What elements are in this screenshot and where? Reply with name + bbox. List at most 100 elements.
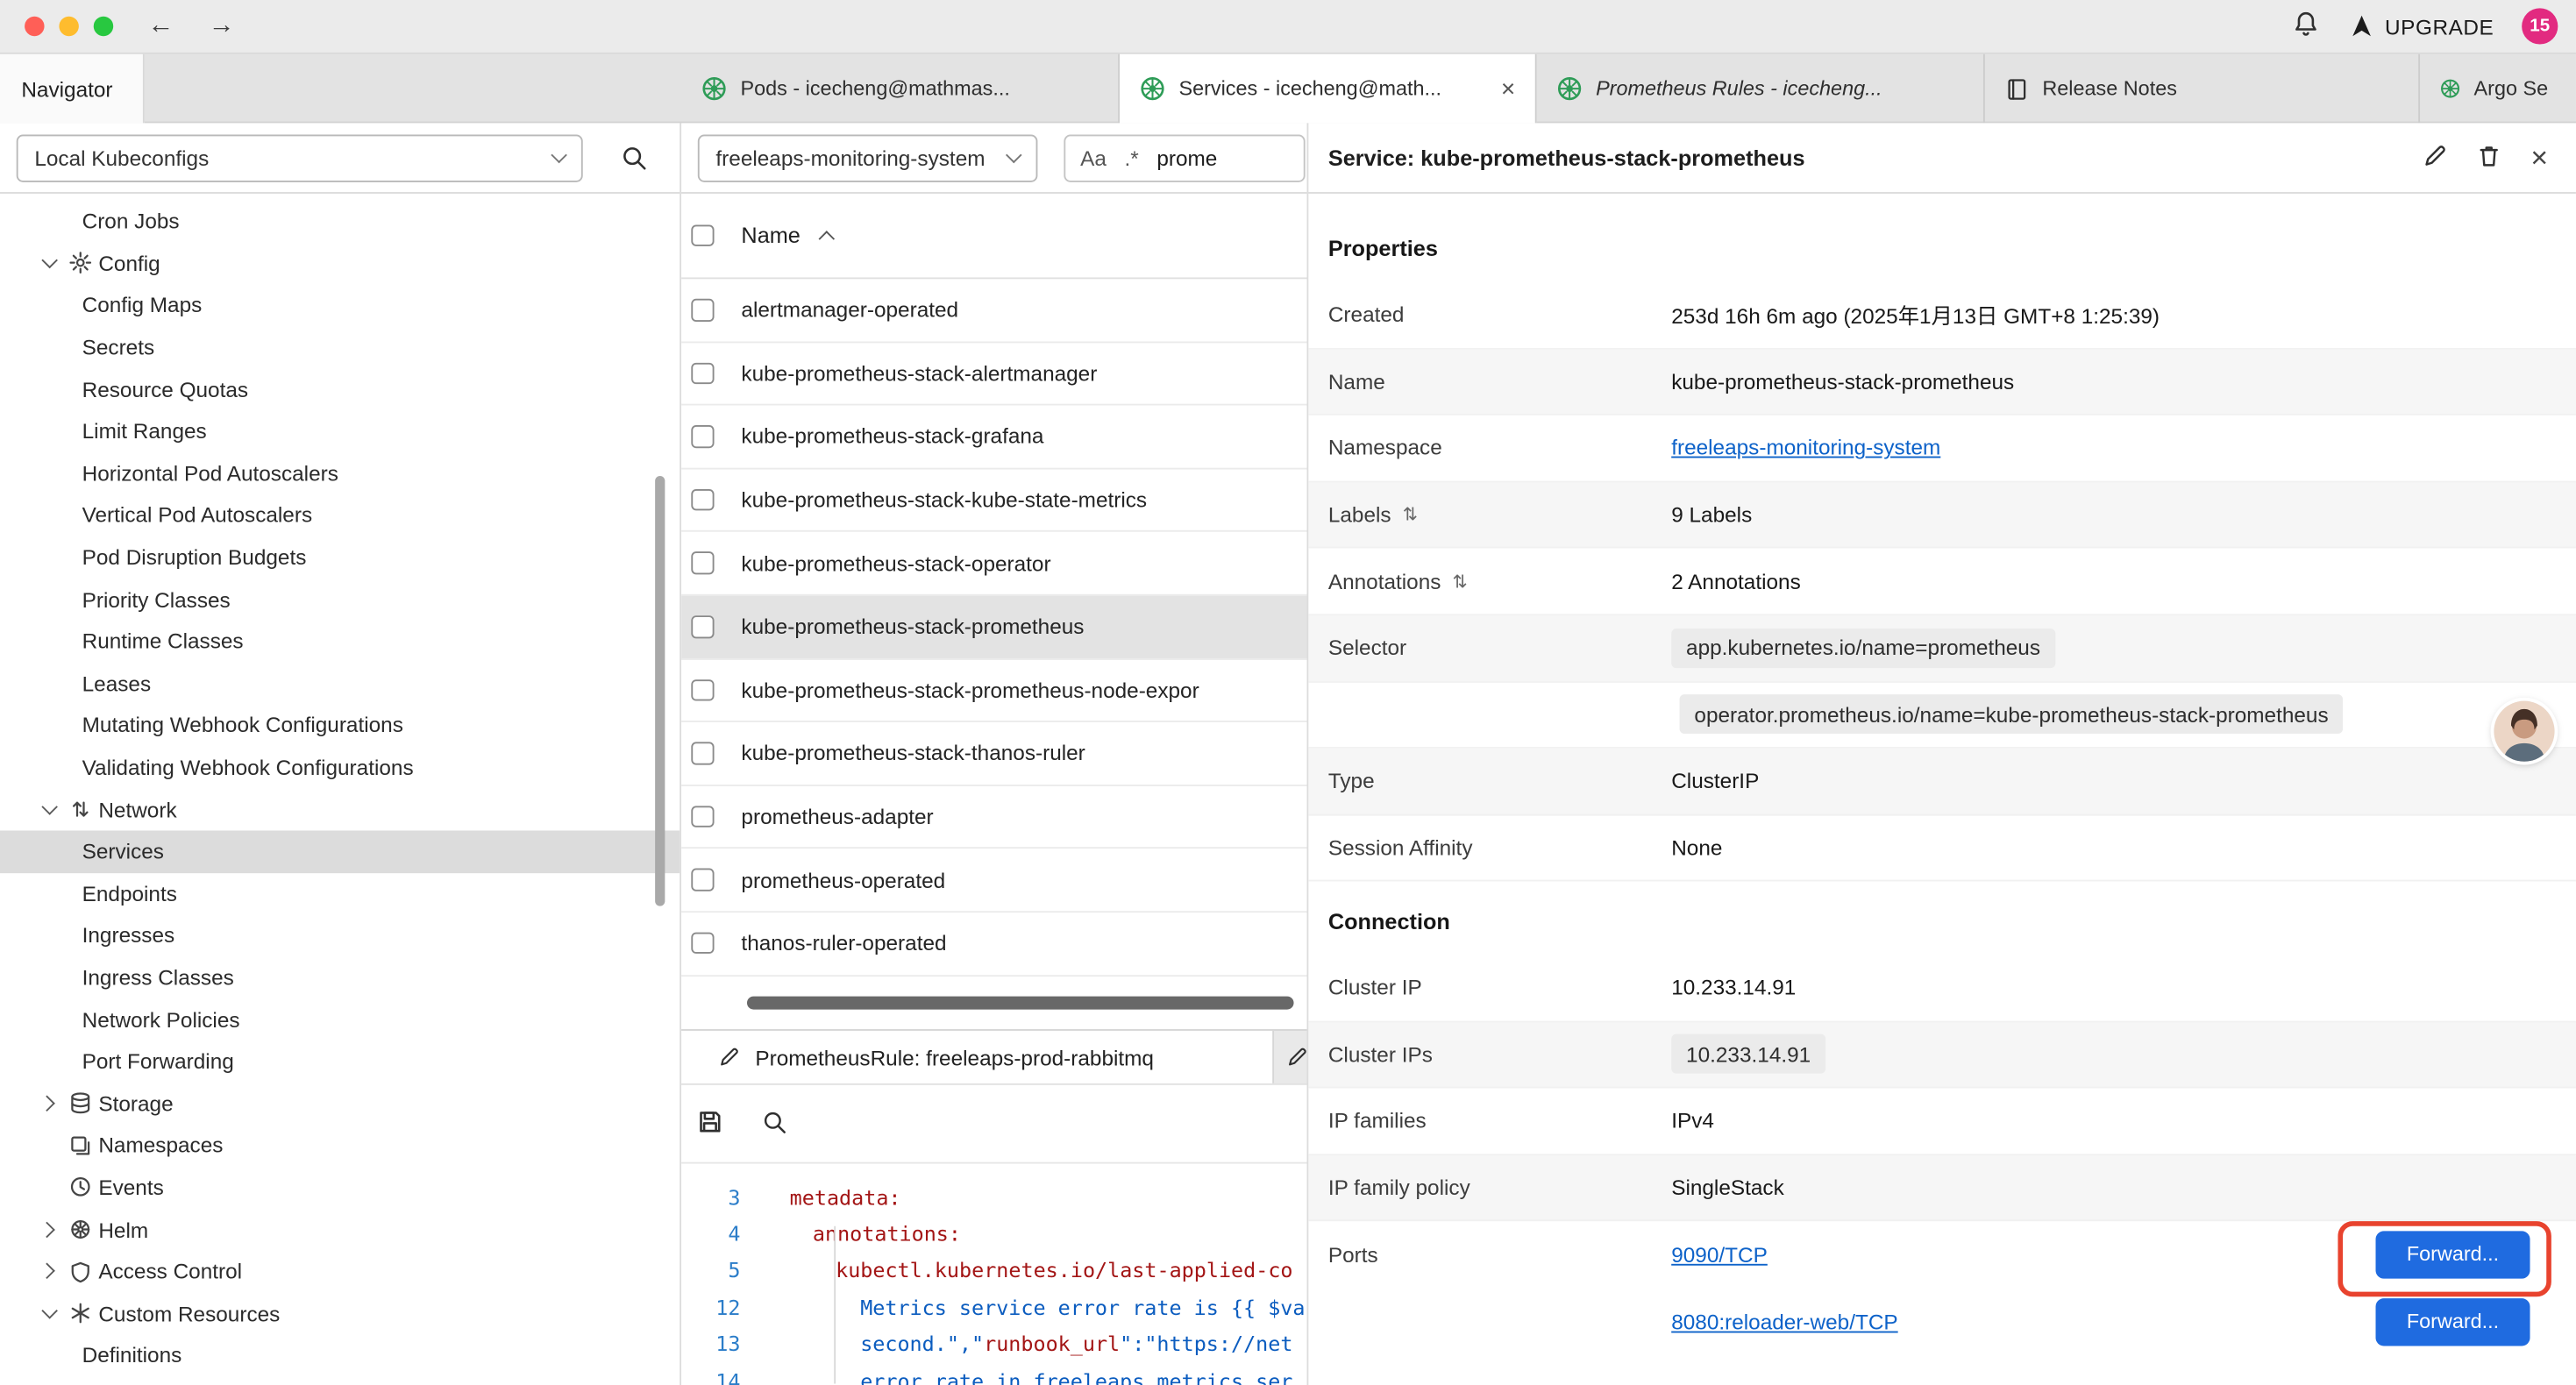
row-checkbox[interactable] <box>691 933 713 955</box>
sidebar-item-services[interactable]: Services <box>0 830 680 872</box>
row-checkbox[interactable] <box>691 615 713 637</box>
port-link[interactable]: 8080:reloader-web/TCP <box>1671 1310 1897 1334</box>
port-link[interactable]: 9090/TCP <box>1671 1243 1768 1268</box>
service-row[interactable]: kube-prometheus-stack-operator <box>681 532 1306 595</box>
tab-pods[interactable]: Pods - icecheng@mathmas... <box>681 54 1120 124</box>
row-checkbox[interactable] <box>691 362 713 384</box>
notification-badge[interactable]: 15 <box>2522 8 2558 44</box>
sidebar-item-resource-quotas[interactable]: Resource Quotas <box>0 368 680 410</box>
avatar[interactable] <box>2494 701 2554 762</box>
tab-close-icon[interactable]: × <box>1488 75 1515 103</box>
close-icon[interactable]: × <box>2530 143 2548 173</box>
service-row[interactable]: kube-prometheus-stack-grafana <box>681 406 1306 469</box>
namespace-select[interactable]: freeleaps-monitoring-system <box>698 134 1038 181</box>
service-row[interactable]: prometheus-operated <box>681 849 1306 913</box>
column-header-name[interactable]: Name <box>741 224 800 248</box>
service-row[interactable]: kube-prometheus-stack-kube-state-metrics <box>681 469 1306 532</box>
sidebar-item-storage[interactable]: Storage <box>0 1083 680 1125</box>
sidebar-item-pod-disruption-budgets[interactable]: Pod Disruption Budgets <box>0 536 680 579</box>
service-row[interactable]: kube-prometheus-stack-thanos-ruler <box>681 722 1306 785</box>
bell-icon[interactable] <box>2291 10 2319 42</box>
search-icon[interactable] <box>621 145 649 177</box>
sidebar-item-config[interactable]: Config <box>0 242 680 284</box>
row-checkbox[interactable] <box>691 869 713 891</box>
sidebar-item-horizontal-pod-autoscalers[interactable]: Horizontal Pod Autoscalers <box>0 452 680 494</box>
select-all-checkbox[interactable] <box>691 224 713 246</box>
sidebar-item-port-forwarding[interactable]: Port Forwarding <box>0 1041 680 1083</box>
sidebar-item-events[interactable]: Events <box>0 1167 680 1209</box>
window-minimize-button[interactable] <box>59 17 78 36</box>
service-row[interactable]: kube-prometheus-stack-prometheus-node-ex… <box>681 659 1306 722</box>
navigator-tree: Cron Jobs Config Config Maps Secrets Res… <box>0 194 680 1376</box>
save-icon[interactable] <box>696 1108 724 1140</box>
detail-row-type: Type ClusterIP <box>1308 749 2576 815</box>
match-case-toggle[interactable]: Aa <box>1080 146 1107 170</box>
delete-icon[interactable] <box>2477 142 2503 174</box>
sidebar-item-mutating-webhook-configurations[interactable]: Mutating Webhook Configurations <box>0 705 680 747</box>
yaml-editor[interactable]: 3 metadata: 4 annotations: 5 kubectl.kub… <box>681 1164 1308 1385</box>
row-checkbox[interactable] <box>691 552 713 574</box>
service-row[interactable]: kube-prometheus-stack-alertmanager <box>681 343 1306 406</box>
row-checkbox[interactable] <box>691 489 713 511</box>
service-row[interactable]: alertmanager-operated <box>681 279 1306 342</box>
expand-toggle-icon[interactable]: ⇅ <box>1403 504 1418 525</box>
sidebar-item-custom-resources[interactable]: Custom Resources <box>0 1292 680 1334</box>
forward-button[interactable]: Forward... <box>2376 1297 2530 1345</box>
row-checkbox[interactable] <box>691 742 713 764</box>
service-row-selected[interactable]: kube-prometheus-stack-prometheus <box>681 596 1306 659</box>
edit-icon[interactable] <box>2423 142 2449 174</box>
upgrade-button[interactable]: UPGRADE <box>2347 13 2494 39</box>
kubernetes-icon <box>1140 75 1166 102</box>
sort-ascending-icon[interactable] <box>818 231 835 247</box>
kubeconfig-select[interactable]: Local Kubeconfigs <box>17 134 583 181</box>
rocket-icon <box>2347 13 2373 39</box>
editor-tab-partial[interactable] <box>1274 1031 1308 1083</box>
back-icon[interactable]: ← <box>148 13 174 39</box>
horizontal-scrollbar[interactable] <box>747 997 1294 1010</box>
sidebar-item-priority-classes[interactable]: Priority Classes <box>0 579 680 621</box>
window-zoom-button[interactable] <box>94 17 113 36</box>
sidebar-item-secrets[interactable]: Secrets <box>0 326 680 368</box>
sidebar-item-definitions[interactable]: Definitions <box>0 1334 680 1376</box>
namespace-link[interactable]: freeleaps-monitoring-system <box>1671 436 1940 460</box>
tab-prometheus-rules[interactable]: Prometheus Rules - icecheng... <box>1537 54 1985 124</box>
sidebar-item-access-control[interactable]: Access Control <box>0 1251 680 1293</box>
sidebar-item-network[interactable]: Network <box>0 788 680 830</box>
service-row[interactable]: thanos-ruler-operated <box>681 913 1306 976</box>
sidebar-item-helm[interactable]: Helm <box>0 1209 680 1251</box>
tab-release-notes[interactable]: Release Notes <box>1985 54 2420 124</box>
tab-services[interactable]: Services - icecheng@math... × <box>1120 54 1537 124</box>
row-checkbox[interactable] <box>691 425 713 447</box>
sidebar-item-runtime-classes[interactable]: Runtime Classes <box>0 621 680 663</box>
tab-bar: Navigator Pods - icecheng@mathmas... Ser… <box>0 54 2576 124</box>
sidebar-item-config-maps[interactable]: Config Maps <box>0 284 680 326</box>
sidebar-item-ingresses[interactable]: Ingresses <box>0 914 680 956</box>
tab-label: Release Notes <box>2042 77 2177 100</box>
row-checkbox[interactable] <box>691 678 713 700</box>
sidebar-item-validating-webhook-configurations[interactable]: Validating Webhook Configurations <box>0 746 680 788</box>
sidebar-item-endpoints[interactable]: Endpoints <box>0 872 680 914</box>
tab-argo[interactable]: Argo Se <box>2420 54 2568 124</box>
row-checkbox[interactable] <box>691 806 713 827</box>
cluster-ip-value: 10.233.14.91 <box>1671 976 1796 1000</box>
forward-icon[interactable]: → <box>209 13 235 39</box>
sidebar-item-ingress-classes[interactable]: Ingress Classes <box>0 956 680 998</box>
indent-guide <box>834 1226 836 1384</box>
navigator-panel-tab[interactable]: Navigator <box>0 54 145 124</box>
filter-input[interactable]: Aa .* prome <box>1064 134 1305 181</box>
editor-tab-prometheusrule[interactable]: PrometheusRule: freeleaps-prod-rabbitmq <box>681 1031 1274 1083</box>
sidebar-item-vertical-pod-autoscalers[interactable]: Vertical Pod Autoscalers <box>0 494 680 536</box>
sidebar-scrollbar[interactable] <box>655 476 665 906</box>
row-checkbox[interactable] <box>691 299 713 321</box>
window-close-button[interactable] <box>25 17 44 36</box>
search-icon[interactable] <box>762 1109 788 1140</box>
expand-toggle-icon[interactable]: ⇅ <box>1453 571 1468 592</box>
sidebar-item-network-policies[interactable]: Network Policies <box>0 998 680 1041</box>
sidebar-item-leases[interactable]: Leases <box>0 663 680 705</box>
sidebar-item-limit-ranges[interactable]: Limit Ranges <box>0 410 680 452</box>
regex-toggle[interactable]: .* <box>1124 146 1138 170</box>
detail-title: Service: kube-prometheus-stack-prometheu… <box>1328 146 1805 170</box>
service-row[interactable]: prometheus-adapter <box>681 785 1306 849</box>
sidebar-item-cron-jobs[interactable]: Cron Jobs <box>0 200 680 242</box>
sidebar-item-namespaces[interactable]: Namespaces <box>0 1125 680 1167</box>
